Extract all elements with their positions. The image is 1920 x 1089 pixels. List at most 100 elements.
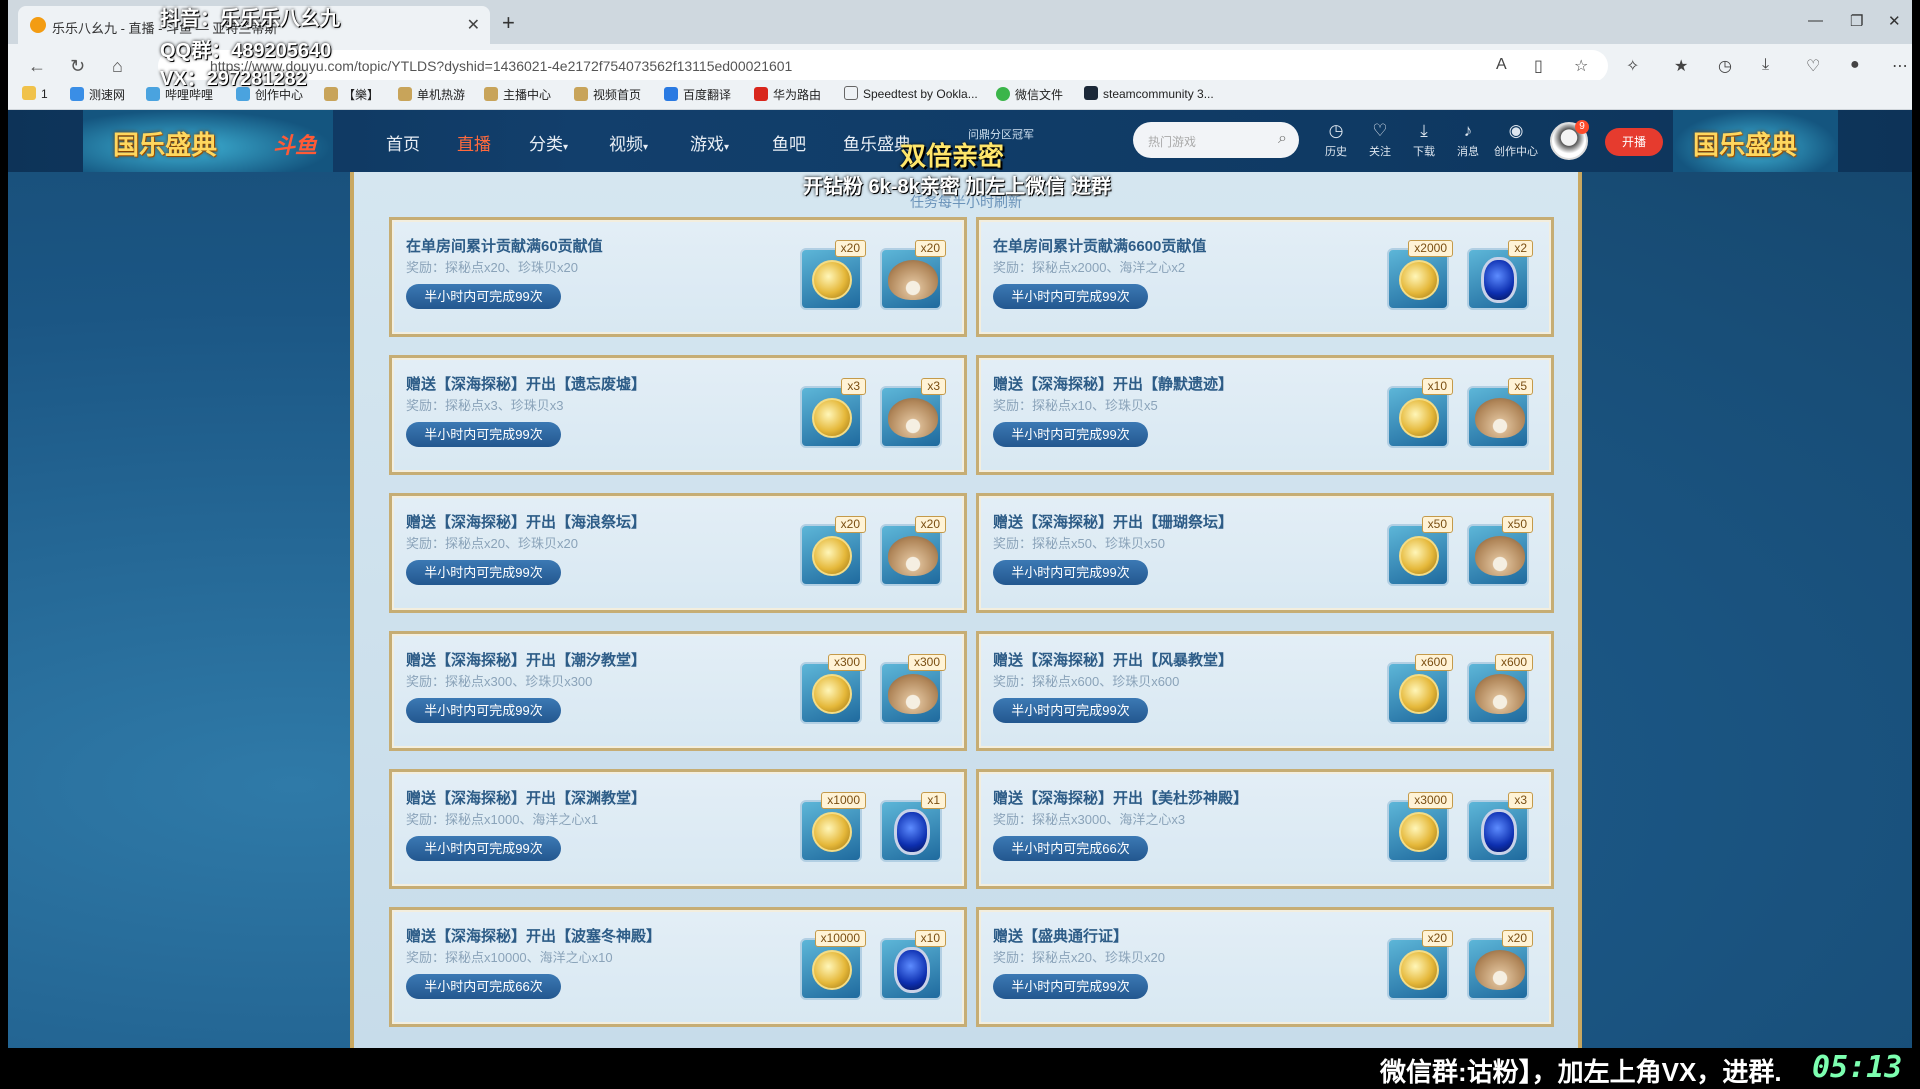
nav-category[interactable]: 分类▾ [529, 130, 568, 155]
split-screen-icon[interactable]: ▯ [1534, 56, 1543, 76]
task-card: 赠送【深海探秘】开出【深渊教堂】 奖励：探秘点x1000、海洋之心x1 半小时内可完… [389, 769, 967, 889]
reward-quantity: x600 [1494, 654, 1533, 671]
bookmark-item[interactable]: 测速网 [70, 86, 125, 103]
task-progress-button[interactable]: 半小时内可完成99次 [406, 698, 561, 723]
task-progress-button[interactable]: 半小时内可完成99次 [993, 698, 1148, 723]
reward-quantity: x20 [1421, 930, 1453, 947]
explore-coin-icon [812, 950, 852, 990]
bookmark-label: 微信文件 [1015, 88, 1064, 102]
nav-live[interactable]: 直播 [457, 130, 491, 155]
heart-icon: ♡ [1372, 121, 1388, 140]
dropdown-icon: ▾ [563, 142, 569, 153]
profile-icon[interactable]: ● [1850, 56, 1860, 74]
task-title: 在单房间累计贡献满60贡献值 [406, 238, 603, 255]
read-aloud-icon[interactable]: A [1496, 56, 1507, 74]
reward-item: x300 [880, 654, 946, 724]
task-title: 赠送【深海探秘】开出【遗忘废墟】 [406, 376, 647, 393]
reward-item: x50 [1467, 516, 1533, 586]
nav-video[interactable]: 视频▾ [609, 130, 648, 155]
reward-item: x600 [1387, 654, 1453, 724]
favorite-star-icon[interactable]: ☆ [1574, 56, 1588, 76]
bookmark-item[interactable]: 华为路由 [754, 86, 821, 103]
bookmark-label: 主播中心 [503, 88, 552, 102]
task-progress-button[interactable]: 半小时内可完成99次 [993, 422, 1148, 447]
reward-item: x1000 [800, 792, 866, 862]
reward-quantity: x1000 [821, 792, 866, 809]
close-window-icon[interactable]: ✕ [1888, 12, 1901, 30]
bookmark-item[interactable]: 【樂】 [324, 86, 379, 103]
task-reward: 奖励：探秘点x300、珍珠贝x300 [406, 674, 593, 689]
reward-item: x3 [800, 378, 866, 448]
task-progress-button[interactable]: 半小时内可完成99次 [406, 284, 561, 309]
reward-quantity: x10000 [814, 930, 866, 947]
bookmark-item[interactable]: 微信文件 [996, 86, 1063, 103]
bookmark-item[interactable]: Speedtest by Ookla... [844, 86, 978, 101]
nav-games[interactable]: 游戏▾ [690, 130, 729, 155]
bookmark-label: 测速网 [89, 88, 126, 102]
reward-item: x20 [880, 240, 946, 310]
favorites-icon[interactable]: ★ [1674, 56, 1688, 76]
nav-home[interactable]: 首页 [386, 130, 420, 155]
more-icon[interactable]: ⋯ [1892, 56, 1908, 76]
bookmark-item[interactable]: 主播中心 [484, 86, 551, 103]
reward-quantity: x3000 [1408, 792, 1453, 809]
task-reward: 奖励：探秘点x1000、海洋之心x1 [406, 812, 599, 827]
bookmark-item[interactable]: steamcommunity 3... [1084, 86, 1214, 101]
task-panel-inner: 任务每半小时刷新 在单房间累计贡献满60贡献值 奖励：探秘点x20、珍珠贝x20 半… [354, 172, 1578, 1048]
douyu-logo[interactable]: 斗鱼 [273, 128, 317, 160]
download-button[interactable]: ⤓ 下载 [1402, 122, 1446, 159]
restore-icon[interactable]: ❐ [1850, 12, 1863, 30]
bookmark-item[interactable]: 单机热游 [398, 86, 465, 103]
task-progress-button[interactable]: 半小时内可完成99次 [993, 560, 1148, 585]
reward-item: x20 [880, 516, 946, 586]
bulb-icon: ◉ [1508, 121, 1524, 140]
nav-yuba[interactable]: 鱼吧 [772, 130, 806, 155]
search-icon[interactable]: ⌕ [1278, 130, 1287, 148]
refresh-icon[interactable]: ↻ [70, 56, 85, 77]
history-button[interactable]: ◷ 历史 [1314, 122, 1358, 159]
nav-games-label: 游戏 [690, 135, 724, 154]
extensions-icon[interactable]: ✧ [1626, 56, 1639, 76]
back-icon[interactable]: ← [28, 56, 46, 77]
task-reward: 奖励：探秘点x10000、海洋之心x10 [406, 950, 613, 965]
reward-quantity: x20 [834, 240, 866, 257]
reward-item: x300 [800, 654, 866, 724]
close-tab-icon[interactable]: ✕ [467, 15, 480, 35]
performance-icon[interactable]: ♡ [1806, 56, 1820, 76]
task-reward: 奖励：探秘点x10、珍珠贝x5 [993, 398, 1158, 413]
pearl-shell-icon [1475, 950, 1525, 990]
reward-quantity: x20 [1501, 930, 1533, 947]
reward-item: x20 [1387, 930, 1453, 1000]
event-banner-right[interactable]: 国乐盛典 [1673, 110, 1838, 172]
message-button[interactable]: ♪ 消息 [1446, 122, 1490, 159]
bookmark-label: 单机热游 [417, 88, 466, 102]
url-bar[interactable]: https://www.douyu.com/topic/YTLDS?dyshid… [158, 50, 1608, 82]
bookmark-item[interactable]: 视频首页 [574, 86, 641, 103]
task-progress-button[interactable]: 半小时内可完成99次 [993, 974, 1148, 999]
task-progress-button[interactable]: 半小时内可完成99次 [406, 836, 561, 861]
minimize-icon[interactable]: — [1808, 12, 1823, 29]
downloads-icon[interactable]: ⤓ [1762, 56, 1769, 74]
bookmark-label: 1 [41, 87, 48, 101]
task-progress-button[interactable]: 半小时内可完成99次 [993, 284, 1148, 309]
new-tab-button[interactable]: + [502, 10, 515, 36]
task-progress-button[interactable]: 半小时内可完成99次 [406, 560, 561, 585]
explore-coin-icon [812, 260, 852, 300]
ocean-heart-gem-icon [894, 809, 930, 855]
pearl-shell-icon [888, 674, 938, 714]
creator-label: 创作中心 [1494, 146, 1538, 158]
search-input[interactable]: 热门游戏 [1148, 133, 1196, 150]
task-progress-button[interactable]: 半小时内可完成99次 [406, 422, 561, 447]
home-icon[interactable]: ⌂ [112, 56, 123, 77]
bookmark-item[interactable]: 1 [22, 86, 48, 101]
search-box[interactable]: 热门游戏 ⌕ [1133, 122, 1299, 158]
task-progress-button[interactable]: 半小时内可完成66次 [993, 836, 1148, 861]
douyin-overlay: 抖音：乐乐乐八幺九 [160, 8, 340, 30]
task-progress-button[interactable]: 半小时内可完成66次 [406, 974, 561, 999]
start-live-button[interactable]: 开播 [1605, 128, 1663, 156]
follow-button[interactable]: ♡ 关注 [1358, 122, 1402, 159]
bookmark-item[interactable]: 百度翻译 [664, 86, 731, 103]
history-icon[interactable]: ◷ [1718, 56, 1732, 76]
creator-button[interactable]: ◉ 创作中心 [1492, 122, 1540, 159]
task-card: 赠送【深海探秘】开出【珊瑚祭坛】 奖励：探秘点x50、珍珠贝x50 半小时内可完成9… [976, 493, 1554, 613]
